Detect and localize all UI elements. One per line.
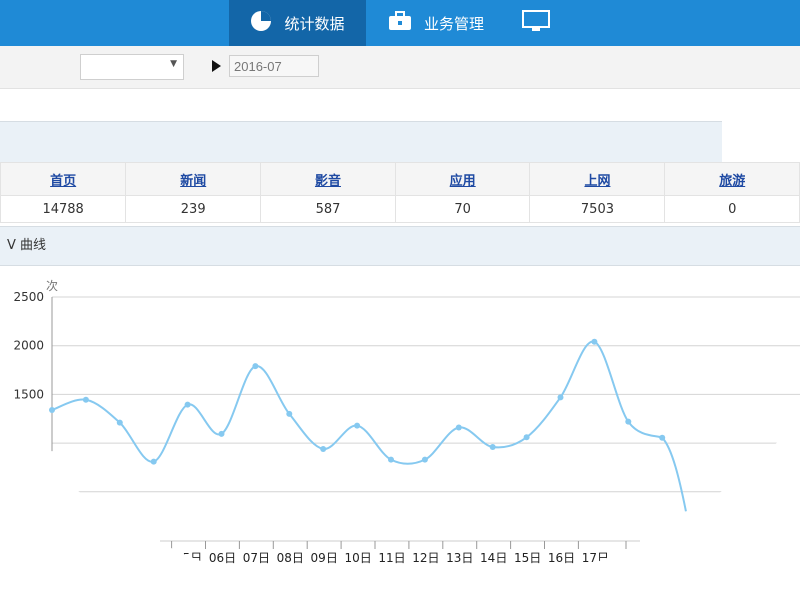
x-tick-label: 17日 <box>582 551 609 565</box>
series-line <box>51 340 687 512</box>
data-point[interactable] <box>286 410 293 417</box>
data-point[interactable] <box>659 434 666 441</box>
data-point[interactable] <box>523 434 530 441</box>
x-tick-label: 06日 <box>209 551 236 565</box>
data-point[interactable] <box>388 456 394 463</box>
x-tick-label: 14日 <box>480 551 507 565</box>
circular-viewport: 统计数据 业务管理 ▼ 2016-07 首页 新闻 影音 应用 上网 旅游 14… <box>0 0 800 600</box>
data-point[interactable] <box>354 422 361 429</box>
data-point[interactable] <box>421 456 428 463</box>
y-tick-label: 2000 <box>13 339 44 353</box>
x-tick-label: 15日 <box>514 551 541 565</box>
x-tick-label: 11日 <box>378 551 405 565</box>
y-tick-label: 2500 <box>13 290 44 304</box>
data-point[interactable] <box>82 396 89 403</box>
data-point[interactable] <box>150 458 157 465</box>
x-tick-label: 10日 <box>344 551 371 565</box>
data-point[interactable] <box>116 419 123 426</box>
x-tick-label: 13日 <box>446 551 473 565</box>
data-point[interactable] <box>455 424 462 431</box>
data-point[interactable] <box>184 401 191 408</box>
data-point[interactable] <box>320 445 327 452</box>
line-chart: 次 1500 2000 2500 05日 06日 07日 08日 09日 10日 11日 12日 13日… <box>13 279 800 565</box>
x-tick-label: 07日 <box>243 551 270 565</box>
x-tick-label: 08日 <box>277 551 304 565</box>
x-tick-label: 16日 <box>548 551 575 565</box>
data-point[interactable] <box>218 430 225 437</box>
x-tick-label: 05日 <box>175 551 202 565</box>
data-point[interactable] <box>252 363 259 370</box>
y-tick-label: 1500 <box>13 387 44 401</box>
data-point[interactable] <box>557 394 564 401</box>
data-point[interactable] <box>625 418 632 425</box>
y-axis-label: 次 <box>46 279 58 293</box>
x-tick-label: 12日 <box>412 551 439 565</box>
data-point[interactable] <box>489 443 496 450</box>
data-point[interactable] <box>49 406 55 413</box>
data-point[interactable] <box>591 338 598 345</box>
x-tick-label: 09日 <box>311 551 338 565</box>
